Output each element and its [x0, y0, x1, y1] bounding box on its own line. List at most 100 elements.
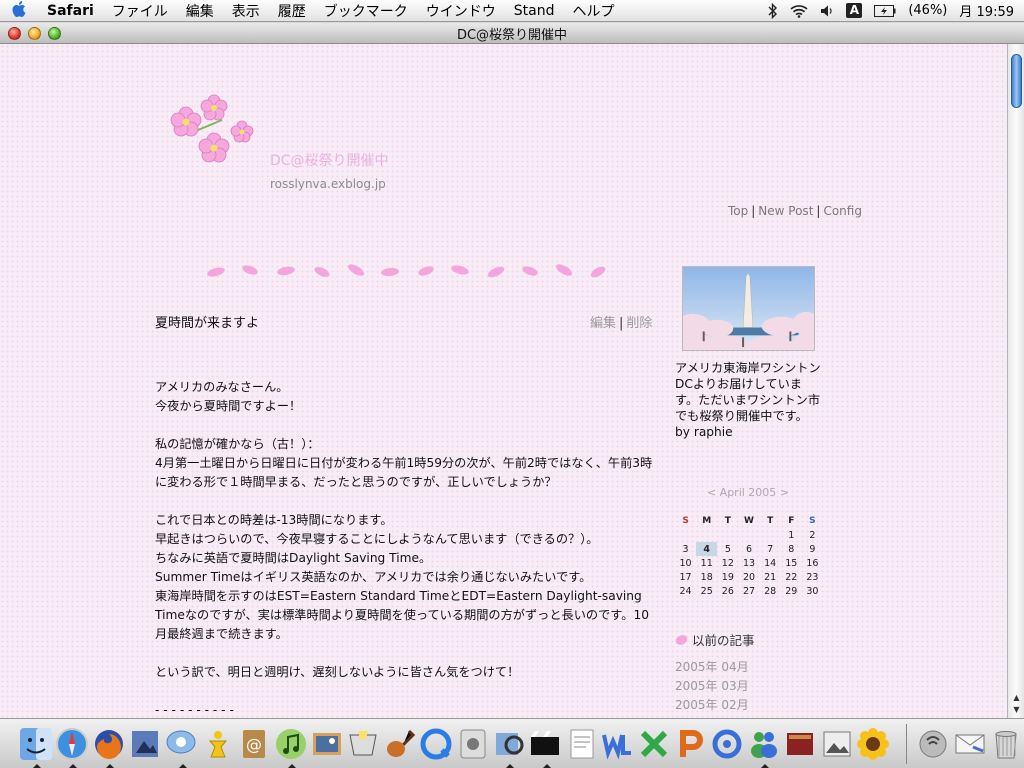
post-line: これで日本との時差は-13時間になります。 [155, 513, 393, 527]
safari-icon[interactable] [54, 724, 89, 768]
itunes-icon[interactable] [273, 724, 308, 768]
post-line: 今夜から夏時間ですよー！ [155, 399, 302, 413]
menu-file[interactable]: ファイル [103, 1, 177, 21]
calendar-day: 26 [721, 585, 734, 597]
blog-title[interactable]: DC@桜祭り開催中 [270, 150, 389, 170]
textedit-icon[interactable] [564, 724, 599, 764]
menu-bookmarks[interactable]: ブックマーク [315, 1, 417, 21]
calendar-day: 17 [679, 571, 692, 583]
blog-description: アメリカ東海岸ワシントンDCよりお届けしています。ただいまワシントン市でも桜祭り… [675, 360, 825, 440]
menu-edit[interactable]: 編集 [177, 1, 223, 21]
header-links: Top | New Post | Config [728, 204, 862, 218]
entourage-icon[interactable] [710, 724, 745, 764]
archive-item: 2005年 03月 [675, 677, 749, 696]
scrollbar-thumb[interactable] [1011, 54, 1022, 108]
zoom-button[interactable] [48, 26, 61, 40]
archive-item: 2005年 04月 [675, 658, 749, 677]
calendar-day: 7 [767, 543, 774, 555]
quicktime-icon[interactable] [418, 724, 453, 764]
menu-help[interactable]: ヘルプ [564, 1, 624, 21]
volume-icon[interactable] [820, 4, 834, 18]
vertical-scrollbar[interactable]: ▲ ▼ [1007, 44, 1024, 718]
photo-icon[interactable] [819, 724, 854, 764]
calendar-day: 22 [785, 571, 798, 583]
dictionary-icon[interactable] [783, 724, 818, 764]
mail-icon[interactable] [952, 724, 987, 764]
window-titlebar[interactable]: DC@桜祭り開催中 [0, 23, 1024, 44]
messenger-icon[interactable] [746, 724, 781, 768]
wifi-icon[interactable] [790, 4, 808, 18]
calendar-week: 17 18 19 20 21 22 23 [675, 570, 823, 584]
dock: @ [0, 718, 1024, 768]
menu-safari[interactable]: Safari [38, 3, 103, 19]
weekday-tue: T [724, 516, 731, 526]
close-button[interactable] [8, 26, 21, 40]
post-line: 早起きはつらいので、今夜早寝することにしようなんて思います（できるの？）。 [155, 532, 599, 546]
top-link[interactable]: Top [728, 204, 748, 218]
iphoto-icon[interactable] [309, 724, 344, 764]
calendar-day: 8 [788, 543, 795, 555]
menu-window[interactable]: ウインドウ [417, 1, 505, 21]
sunflower-icon[interactable] [855, 724, 890, 764]
battery-icon[interactable] [874, 4, 896, 17]
calendar-day: 23 [806, 571, 819, 583]
post-actions: 編集 | 削除 [590, 316, 653, 331]
archive-link[interactable]: 2005年 03月 [675, 679, 749, 693]
garageband-icon[interactable] [382, 724, 417, 764]
address-book-icon[interactable]: @ [236, 724, 271, 764]
description-text: アメリカ東海岸ワシントンDCよりお届けしています。ただいまワシントン市でも桜祭り… [675, 361, 821, 423]
calendar-day-today[interactable]: 4 [696, 542, 718, 556]
archive-list: 2005年 04月 2005年 03月 2005年 02月 [675, 658, 749, 715]
weekday-wed: W [744, 516, 754, 526]
post-line: アメリカのみなさーん。 [155, 380, 289, 394]
post-line: 東海岸時間を示すのはEST=Eastern Standard TimeとEDT=… [155, 589, 649, 641]
post-body: アメリカのみなさーん。 今夜から夏時間ですよー！ 私の記憶が確かなら（古！）： … [155, 378, 655, 718]
menu-view[interactable]: 表示 [223, 1, 269, 21]
powerpoint-icon[interactable] [673, 724, 708, 764]
system-prefs-icon[interactable] [455, 724, 490, 764]
network-icon[interactable] [916, 724, 951, 764]
archive-link[interactable]: 2005年 04月 [675, 660, 749, 674]
calendar-day [717, 528, 738, 542]
dvd-icon[interactable] [528, 724, 563, 768]
calendar-week: 10 11 12 13 14 15 16 [675, 556, 823, 570]
calendar-day: 1 [788, 529, 795, 541]
calendar-day [675, 528, 696, 542]
edit-link[interactable]: 編集 [590, 316, 616, 331]
delete-link[interactable]: 削除 [626, 316, 652, 331]
word-icon[interactable] [601, 724, 636, 764]
menu-history[interactable]: 履歴 [269, 1, 315, 21]
ichat-icon[interactable] [164, 724, 199, 768]
config-link[interactable]: Config [823, 204, 862, 218]
new-post-link[interactable]: New Post [758, 204, 813, 218]
aim-icon[interactable] [200, 724, 235, 764]
excel-icon[interactable] [637, 724, 672, 764]
input-mode-icon[interactable]: A [846, 3, 863, 18]
web-content: DC@桜祭り開催中 rosslynva.exblog.jp Top | New Po… [0, 44, 1007, 718]
archive-link[interactable]: 2005年 02月 [675, 698, 749, 712]
trash-icon[interactable] [989, 724, 1024, 764]
menu-stand[interactable]: Stand [505, 3, 564, 19]
calendar-day: 28 [764, 585, 777, 597]
scroll-arrows[interactable]: ▲ ▼ [1009, 692, 1024, 716]
imovie-icon[interactable] [346, 724, 381, 764]
calendar-day: 29 [785, 585, 798, 597]
clock[interactable]: 月 19:59 [959, 1, 1014, 20]
calendar-day: 9 [809, 543, 816, 555]
calendar-day: 3 [682, 543, 689, 555]
calendar-prev-link[interactable]: < [707, 486, 716, 499]
weekday-fri: F [788, 516, 795, 526]
finder-icon[interactable] [18, 724, 53, 768]
bluetooth-icon[interactable] [768, 2, 778, 19]
calendar-day: 14 [764, 557, 777, 569]
weekday-mon: M [702, 516, 712, 526]
minimize-button[interactable] [28, 26, 41, 40]
calendar-next-link[interactable]: > [780, 486, 789, 499]
preview-icon[interactable] [127, 724, 162, 764]
firefox-icon[interactable] [91, 724, 126, 768]
calendar-week: 24 25 26 27 28 29 30 [675, 584, 823, 598]
post-line: Summer Timeはイギリス英語なのか、アメリカでは余り通じないみたいです。 [155, 570, 592, 584]
apple-menu-icon[interactable] [0, 0, 38, 21]
calendar-week: 12 [675, 528, 823, 542]
preview2-icon[interactable] [491, 724, 526, 768]
